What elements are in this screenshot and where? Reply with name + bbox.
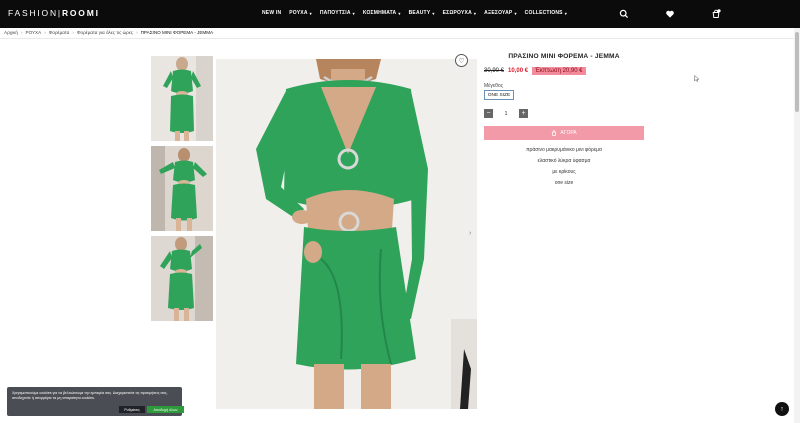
nav-item-new-in[interactable]: NEW IN [262,10,281,16]
heart-outline-icon: ♡ [458,57,465,65]
chevron-down-icon: ▾ [432,10,435,16]
nav-item-lingerie[interactable]: ΕΣΩΡΟΥΧΑ ▾ [443,10,477,16]
breadcrumb-all-day-dresses[interactable]: Φορέματα για όλες τις ώρες [77,30,133,35]
cookie-banner: Χρησιμοποιούμε cookies για να βελτιώσουμ… [7,387,184,416]
breadcrumb-separator: › [20,30,23,35]
product-thumbnail-1[interactable] [151,56,213,141]
chevron-down-icon: ▾ [309,10,312,16]
product-thumbnail-2[interactable] [151,146,213,231]
nav-item-shoes[interactable]: ΠΑΠΟΥΤΣΙΑ ▾ [320,10,355,16]
qty-decrease-button[interactable]: − [484,109,493,118]
cookie-text: Χρησιμοποιούμε cookies για να βελτιώσουμ… [12,391,168,400]
product-main-image[interactable] [216,59,477,409]
description-line-2: ελαστικό λύκρα ύφασμα [537,158,591,164]
chevron-down-icon: ▾ [473,10,477,16]
chevron-down-icon: ▾ [514,10,517,16]
description-line-4: one size [554,180,574,186]
chevron-down-icon: ▾ [398,10,401,16]
old-price: 30,90 € [484,68,505,74]
discount-badge: Έκπτωση 20,90 € [532,67,586,75]
description-line-3: με κρίκους [552,169,576,175]
divider [0,38,800,39]
qty-increase-button[interactable]: + [519,109,528,118]
search-icon[interactable] [619,9,629,19]
qty-value[interactable]: 1 [497,111,515,117]
buy-button-label: ΑΓΟΡΑ [560,130,577,136]
description-line-1: πράσινο μακρυμάνικο μινι φόρεμα [526,147,602,153]
next-image-arrow[interactable]: › [469,230,471,237]
cookie-accept-button[interactable]: Αποδοχή όλων [147,406,184,413]
breadcrumb-separator: › [72,30,74,35]
quantity-stepper: − 1 + [484,109,528,118]
site-logo[interactable]: FASHION|ROOMI [8,8,100,18]
cookie-settings-button[interactable]: Ρυθμίσεις [119,406,145,413]
nav-item-collections[interactable]: COLLECTIONS ▾ [525,10,567,16]
bag-icon [552,130,557,136]
sale-price: 10,00 € [508,68,529,74]
wishlist-button[interactable]: ♡ [455,54,468,67]
site-header: FASHION|ROOMI NEW IN ΡΟΥΧΑ ▾ ΠΑΠΟΥΤΣΙΑ ▾ Κ… [0,0,800,28]
scrollbar-thumb[interactable] [795,32,799,112]
breadcrumb-separator: › [136,30,138,35]
product-thumbnail-3[interactable] [151,236,213,321]
nav-item-jewelry[interactable]: ΚΟΣΜΗΜΑΤΑ ▾ [363,10,401,16]
chevron-down-icon: ▾ [564,10,567,16]
breadcrumb-dresses[interactable]: Φορέματα [49,30,70,35]
main-nav: NEW IN ΡΟΥΧΑ ▾ ΠΑΠΟΥΤΣΙΑ ▾ ΚΟΣΜΗΜΑΤΑ ▾ BEAU… [262,10,567,16]
buy-button[interactable]: ΑΓΟΡΑ [484,126,644,140]
nav-item-accessories[interactable]: ΑΞΕΣΟΥΑΡ ▾ [484,10,517,16]
cart-icon[interactable] [711,9,721,19]
breadcrumb-separator: › [44,30,46,35]
price-row: 30,90 € 10,00 € Έκπτωση 20,90 € [484,67,586,75]
mouse-cursor-icon [694,75,700,82]
chevron-down-icon: ▾ [352,10,355,16]
nav-item-clothes[interactable]: ΡΟΥΧΑ ▾ [289,10,312,16]
arrow-up-icon: ↑ [780,405,784,413]
breadcrumb-home[interactable]: Αρχική [4,30,18,35]
size-option-one-size[interactable]: ONE SIZE [484,90,514,100]
nav-item-beauty[interactable]: BEAUTY ▾ [409,10,435,16]
heart-icon[interactable] [665,9,675,19]
size-label: Μέγεθος [484,83,504,89]
breadcrumb-clothes[interactable]: ΡΟΥΧΑ [26,30,42,35]
product-title: ΠΡΑΣΙΝΟ MINI ΦΟΡΕΜΑ - JEMMA [508,53,620,60]
breadcrumb-current: ΠΡΑΣΙΝΟ MINI ΦΟΡΕΜΑ - JEMMA [140,30,214,35]
breadcrumb: Αρχική › ΡΟΥΧΑ › Φορέματα › Φορέματα για όλ… [4,30,213,35]
scroll-to-top-button[interactable]: ↑ [775,402,789,416]
